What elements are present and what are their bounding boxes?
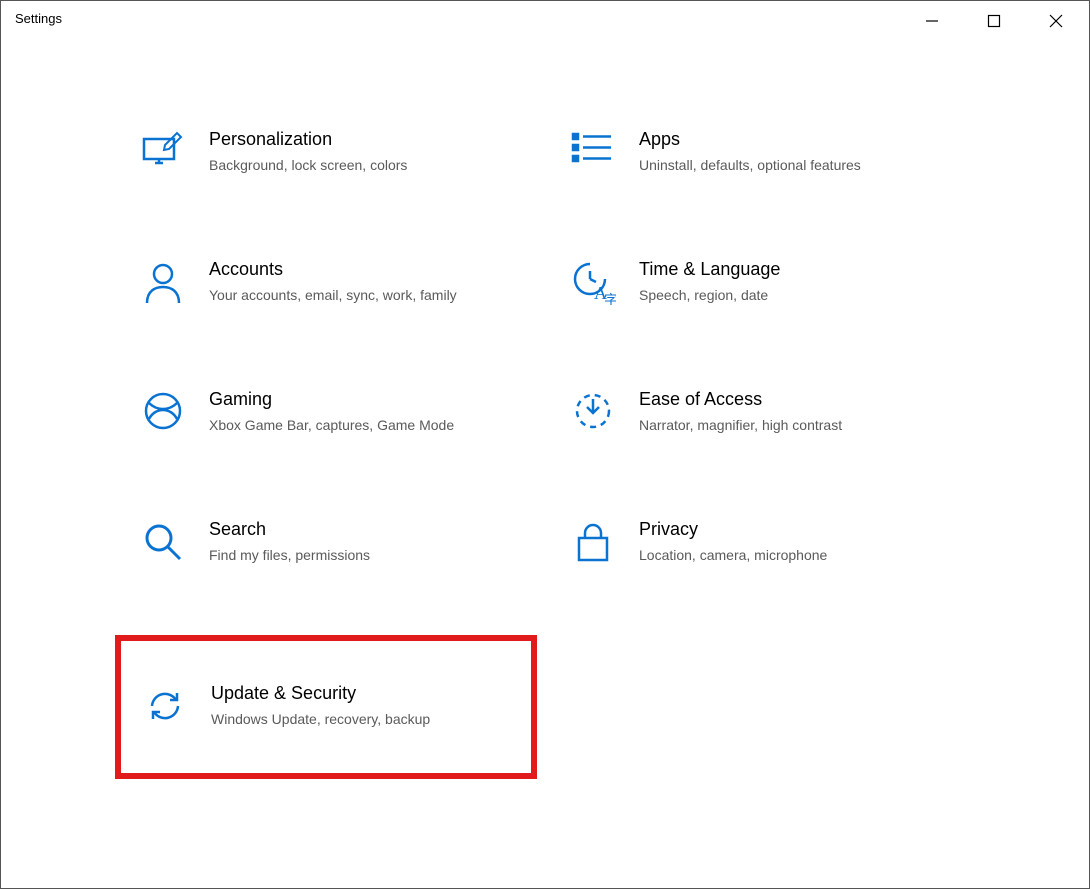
- window-title: Settings: [1, 1, 62, 26]
- tile-sub: Background, lock screen, colors: [209, 155, 507, 175]
- ease-of-access-icon: [573, 391, 613, 431]
- time-language-icon: A 字: [570, 261, 616, 305]
- svg-text:字: 字: [604, 293, 616, 305]
- apps-icon: [571, 131, 615, 167]
- tile-ease-of-access[interactable]: Ease of Access Narrator, magnifier, high…: [565, 381, 955, 441]
- tile-title: Update & Security: [211, 681, 513, 705]
- minimize-icon: [925, 14, 939, 28]
- tile-sub: Location, camera, microphone: [639, 545, 937, 565]
- maximize-icon: [987, 14, 1001, 28]
- update-security-icon: [144, 685, 186, 727]
- tile-personalization[interactable]: Personalization Background, lock screen,…: [135, 121, 525, 181]
- settings-window: Settings: [0, 0, 1090, 889]
- tile-title: Apps: [639, 127, 937, 151]
- privacy-icon: [575, 521, 611, 563]
- tile-accounts[interactable]: Accounts Your accounts, email, sync, wor…: [135, 251, 525, 311]
- tile-title: Gaming: [209, 387, 507, 411]
- content-scroll-area[interactable]: Personalization Background, lock screen,…: [1, 61, 1089, 888]
- tile-sub: Uninstall, defaults, optional features: [639, 155, 937, 175]
- close-icon: [1049, 14, 1063, 28]
- tile-time-language[interactable]: A 字 Time & Language Speech, region, date: [565, 251, 955, 311]
- close-button[interactable]: [1025, 5, 1087, 37]
- maximize-button[interactable]: [963, 5, 1025, 37]
- accounts-icon: [143, 261, 183, 305]
- tile-gaming[interactable]: Gaming Xbox Game Bar, captures, Game Mod…: [135, 381, 525, 441]
- tile-title: Personalization: [209, 127, 507, 151]
- tile-search[interactable]: Search Find my files, permissions: [135, 511, 525, 571]
- tile-apps[interactable]: Apps Uninstall, defaults, optional featu…: [565, 121, 955, 181]
- personalization-icon: [141, 131, 185, 175]
- search-icon: [142, 521, 184, 563]
- gaming-icon: [143, 391, 183, 431]
- tile-title: Accounts: [209, 257, 507, 281]
- titlebar: Settings: [1, 1, 1089, 37]
- window-controls: [901, 1, 1089, 37]
- tile-sub: Windows Update, recovery, backup: [211, 709, 513, 729]
- settings-grid: Personalization Background, lock screen,…: [135, 61, 955, 773]
- tile-sub: Your accounts, email, sync, work, family: [209, 285, 507, 305]
- tile-title: Ease of Access: [639, 387, 937, 411]
- tile-update-security[interactable]: Update & Security Windows Update, recove…: [115, 635, 537, 779]
- tile-sub: Find my files, permissions: [209, 545, 507, 565]
- tile-sub: Xbox Game Bar, captures, Game Mode: [209, 415, 507, 435]
- tile-sub: Speech, region, date: [639, 285, 937, 305]
- tile-title: Time & Language: [639, 257, 937, 281]
- tile-title: Search: [209, 517, 507, 541]
- tile-sub: Narrator, magnifier, high contrast: [639, 415, 937, 435]
- tile-privacy[interactable]: Privacy Location, camera, microphone: [565, 511, 955, 571]
- minimize-button[interactable]: [901, 5, 963, 37]
- tile-title: Privacy: [639, 517, 937, 541]
